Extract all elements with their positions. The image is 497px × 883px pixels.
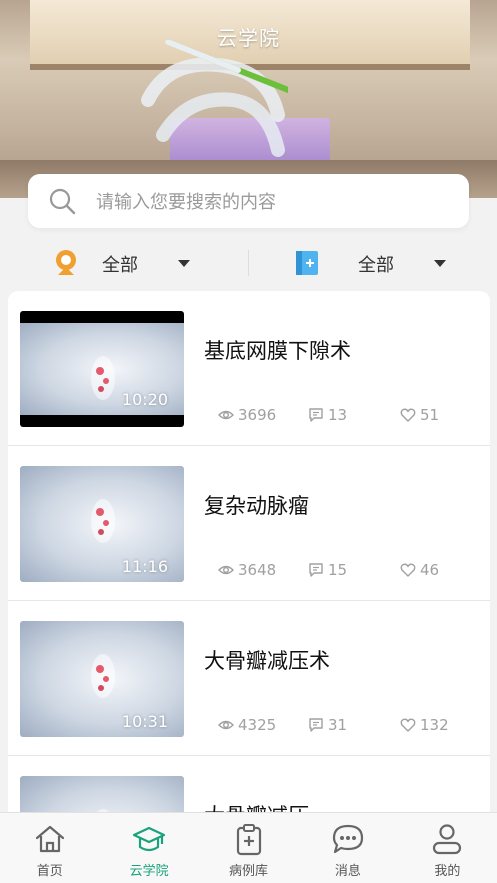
view-count: 3696: [218, 406, 276, 424]
video-duration: 10:20: [121, 390, 168, 409]
chevron-down-icon: [178, 260, 190, 267]
heart-icon: [400, 563, 416, 577]
video-thumbnail[interactable]: 11:16: [20, 466, 184, 582]
eye-icon: [218, 720, 234, 730]
video-duration: 11:16: [121, 557, 168, 576]
comment-icon: [309, 718, 323, 732]
tab-messages[interactable]: 消息: [298, 813, 397, 883]
video-title[interactable]: 大骨瓣减压术: [204, 645, 330, 675]
video-list-item[interactable]: 10:31 大骨瓣减压术 4325 31 132: [8, 601, 490, 756]
comment-count: 15: [308, 561, 347, 579]
eye-icon: [218, 565, 234, 575]
tab-home-label: 首页: [36, 864, 63, 879]
video-title[interactable]: 复杂动脉瘤: [204, 490, 309, 520]
medical-clipboard-icon: [236, 824, 261, 856]
hero-banner: 云学院: [0, 0, 497, 198]
bottom-tab-bar: 首页 云学院 病例库 消息 我的: [0, 812, 497, 883]
video-title[interactable]: 大骨瓣减压: [204, 800, 309, 812]
view-count: 4325: [218, 716, 276, 734]
filter-divider: [248, 250, 249, 276]
tab-case-library-label: 病例库: [229, 864, 269, 879]
video-duration: 10:31: [121, 712, 168, 731]
filter-region-label: 全部: [102, 255, 138, 276]
video-thumbnail[interactable]: 10:20: [20, 311, 184, 427]
chat-bubble-icon: [332, 824, 364, 854]
comment-count: 31: [308, 716, 347, 734]
video-title[interactable]: 基底网膜下隙术: [204, 335, 351, 365]
specimen-image: [91, 654, 115, 698]
view-count: 3648: [218, 561, 276, 579]
comment-count: 13: [308, 406, 347, 424]
tab-home[interactable]: 首页: [0, 813, 99, 883]
heart-icon: [400, 408, 416, 422]
eye-icon: [218, 410, 234, 420]
like-count[interactable]: 132: [400, 716, 449, 734]
home-icon: [35, 825, 64, 853]
comment-icon: [309, 563, 323, 577]
like-count[interactable]: 51: [400, 406, 439, 424]
search-placeholder[interactable]: 请输入您要搜索的内容: [96, 188, 276, 214]
specimen-image: [91, 499, 115, 543]
video-thumbnail[interactable]: 10:31: [20, 621, 184, 737]
comment-icon: [309, 408, 323, 422]
specimen-image: [91, 356, 115, 400]
tab-profile-label: 我的: [434, 864, 461, 879]
tab-messages-label: 消息: [334, 864, 361, 879]
tab-profile[interactable]: 我的: [398, 813, 497, 883]
heart-icon: [400, 718, 416, 732]
filter-category-dropdown[interactable]: 全部: [248, 240, 496, 286]
dental-aligner-illustration: [141, 40, 288, 157]
book-icon: [296, 251, 318, 275]
graduation-cap-icon: [133, 826, 166, 852]
search-bar[interactable]: 请输入您要搜索的内容: [28, 174, 469, 228]
tab-case-library[interactable]: 病例库: [199, 813, 298, 883]
video-list-item[interactable]: 10:20 基底网膜下隙术 3696 13 51: [8, 291, 490, 446]
video-list-item[interactable]: 大骨瓣减压: [8, 756, 490, 812]
tab-cloud-academy-label: 云学院: [129, 864, 169, 879]
location-badge-icon: [56, 250, 76, 275]
video-list: 10:20 基底网膜下隙术 3696 13 51 11:16 复杂动脉瘤 364…: [8, 291, 490, 812]
tab-cloud-academy[interactable]: 云学院: [99, 813, 198, 883]
video-thumbnail[interactable]: [20, 776, 184, 812]
video-list-item[interactable]: 11:16 复杂动脉瘤 3648 15 46: [8, 446, 490, 601]
search-icon: [49, 188, 76, 215]
page-title: 云学院: [217, 26, 280, 50]
user-icon: [433, 824, 462, 855]
chevron-down-icon: [434, 260, 446, 267]
filter-category-label: 全部: [358, 255, 394, 276]
filter-region-dropdown[interactable]: 全部: [0, 240, 248, 286]
like-count[interactable]: 46: [400, 561, 439, 579]
